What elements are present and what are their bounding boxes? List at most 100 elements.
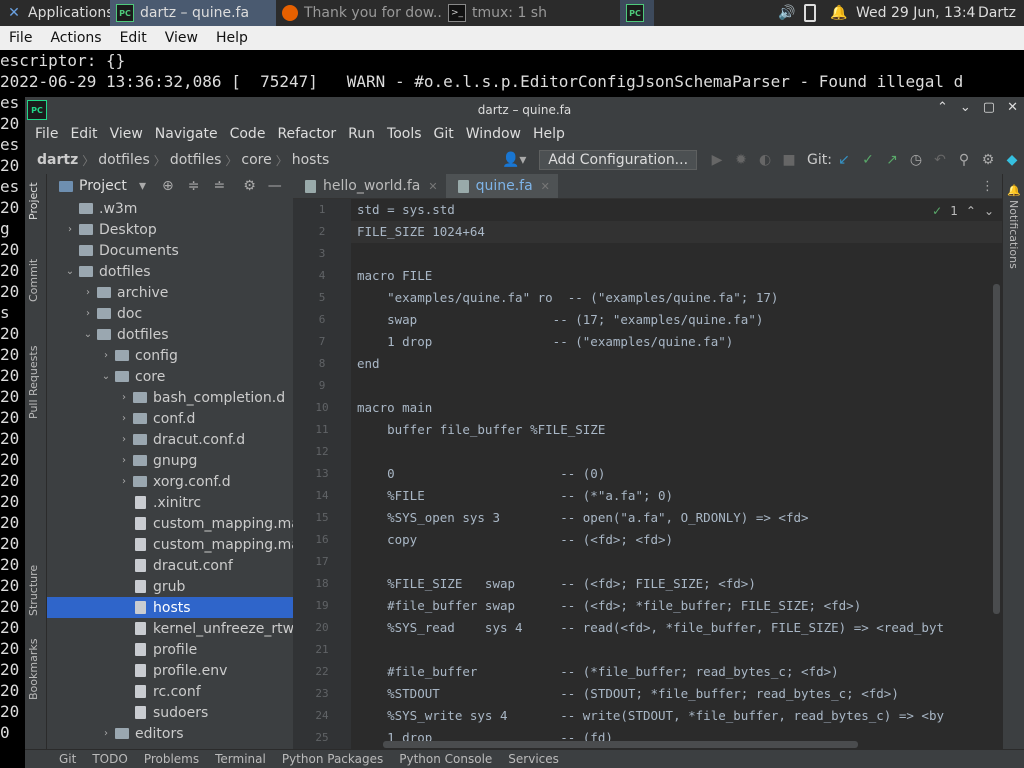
battery-icon[interactable] — [798, 0, 824, 26]
close-icon[interactable]: ✕ — [1007, 100, 1018, 115]
tree-item[interactable]: rc.conf — [47, 681, 293, 702]
code-editor[interactable]: std = sys.std FILE_SIZE 1024+64 macro FILE… — [351, 199, 1002, 750]
expand-chevron-icon[interactable]: › — [99, 728, 113, 739]
next-highlight-icon[interactable]: ⌄ — [984, 204, 994, 218]
git-push-icon[interactable]: ↗ — [880, 146, 904, 174]
expand-all-icon[interactable]: ≑ — [188, 178, 200, 194]
tree-item[interactable]: custom_mapping.ma — [47, 513, 293, 534]
menu-code[interactable]: Code — [224, 126, 272, 142]
task-ide[interactable]: PC dartz – quine.fa — [110, 0, 276, 26]
close-tab-icon[interactable]: ✕ — [541, 180, 550, 193]
structure-tool-tab[interactable]: Structure — [27, 565, 40, 616]
task-terminal[interactable]: >_ tmux: 1 sh — [442, 0, 612, 26]
menu-window[interactable]: Window — [460, 126, 527, 142]
tree-item[interactable]: ⌄ dotfiles — [47, 261, 293, 282]
todo-tool-button[interactable]: TODO — [86, 752, 137, 766]
tree-item[interactable]: hosts — [47, 597, 293, 618]
tab-quine[interactable]: quine.fa ✕ — [445, 174, 558, 198]
search-icon[interactable]: ⚲ — [952, 146, 976, 174]
expand-chevron-icon[interactable]: ⌄ — [99, 371, 113, 382]
close-tab-icon[interactable]: ✕ — [428, 180, 437, 193]
volume-icon[interactable]: 🔊 — [772, 0, 798, 26]
menu-edit[interactable]: Edit — [64, 126, 103, 142]
expand-chevron-icon[interactable]: › — [81, 308, 95, 319]
collapse-all-icon[interactable]: ≐ — [214, 178, 226, 194]
tree-item[interactable]: profile.env — [47, 660, 293, 681]
tree-item[interactable]: dracut.conf — [47, 555, 293, 576]
problems-tool-button[interactable]: Problems — [138, 752, 209, 766]
expand-chevron-icon[interactable]: ⌄ — [81, 329, 95, 340]
breadcrumb-file[interactable]: hosts — [288, 152, 334, 168]
tree-item[interactable]: .xinitrc — [47, 492, 293, 513]
menu-help[interactable]: Help — [527, 126, 571, 142]
python-packages-tool-button[interactable]: Python Packages — [276, 752, 393, 766]
breadcrumb-item[interactable]: dotfiles — [166, 152, 226, 168]
tab-options-icon[interactable]: ⋮ — [981, 179, 994, 194]
ide-titlebar[interactable]: PC dartz – quine.fa ⌃ ⌄ ▢ ✕ — [25, 97, 1024, 122]
tree-item[interactable]: › Desktop — [47, 219, 293, 240]
pull-requests-tool-tab[interactable]: Pull Requests — [27, 346, 40, 419]
tree-item[interactable]: › xorg.conf.d — [47, 471, 293, 492]
terminal-menu-help[interactable]: Help — [207, 30, 257, 46]
git-update-icon[interactable]: ↙ — [832, 146, 856, 174]
tree-item[interactable]: › config — [47, 345, 293, 366]
tree-item[interactable]: ⌄ core — [47, 366, 293, 387]
python-console-tool-button[interactable]: Python Console — [393, 752, 502, 766]
restore-down-icon[interactable]: ⌄ — [960, 100, 971, 115]
tree-item[interactable]: › doc — [47, 303, 293, 324]
project-panel-title[interactable]: Project — [79, 178, 139, 194]
notification-bell-icon[interactable]: 🔔 — [824, 0, 850, 26]
tree-item[interactable]: ⌄ dotfiles — [47, 324, 293, 345]
breadcrumb-item[interactable]: dotfiles — [94, 152, 154, 168]
tab-hello-world[interactable]: hello_world.fa ✕ — [293, 174, 446, 198]
expand-chevron-icon[interactable]: › — [117, 413, 131, 424]
inspection-widget[interactable]: ✓ 1 ⌃ ⌄ — [932, 204, 994, 218]
tree-item[interactable]: Documents — [47, 240, 293, 261]
terminal-menu-edit[interactable]: Edit — [111, 30, 156, 46]
terminal-menu-actions[interactable]: Actions — [41, 30, 110, 46]
coverage-icon[interactable]: ◐ — [753, 146, 777, 174]
project-tool-tab[interactable]: Project — [27, 182, 40, 220]
terminal-menu-file[interactable]: File — [0, 30, 41, 46]
expand-chevron-icon[interactable]: › — [117, 455, 131, 466]
git-commit-icon[interactable]: ✓ — [856, 146, 880, 174]
run-icon[interactable]: ▶ — [705, 146, 729, 174]
expand-chevron-icon[interactable]: › — [117, 392, 131, 403]
menu-run[interactable]: Run — [342, 126, 381, 142]
hide-panel-icon[interactable]: — — [268, 178, 282, 194]
breadcrumb-root[interactable]: dartz — [33, 152, 82, 168]
tree-item[interactable]: grub — [47, 576, 293, 597]
tree-item[interactable]: .w3m — [47, 198, 293, 219]
options-gear-icon[interactable]: ⚙ — [243, 178, 256, 194]
tree-item[interactable]: kernel_unfreeze_rtw — [47, 618, 293, 639]
previous-highlight-icon[interactable]: ⌃ — [966, 204, 976, 218]
git-history-icon[interactable]: ◷ — [904, 146, 928, 174]
debug-icon[interactable]: ✹ — [729, 146, 753, 174]
stop-icon[interactable]: ■ — [777, 146, 801, 174]
expand-chevron-icon[interactable]: › — [117, 434, 131, 445]
minimize-icon[interactable]: ⌃ — [937, 100, 948, 115]
notifications-bell-icon[interactable]: 🔔 — [1007, 184, 1021, 197]
horizontal-scrollbar[interactable] — [383, 741, 858, 748]
tree-item[interactable]: profile — [47, 639, 293, 660]
menu-navigate[interactable]: Navigate — [149, 126, 224, 142]
tree-item[interactable]: sudoers — [47, 702, 293, 723]
workspace-button[interactable]: PC — [620, 0, 654, 26]
menu-file[interactable]: File — [29, 126, 64, 142]
clock[interactable]: Wed 29 Jun, 13:43 — [850, 0, 976, 26]
tree-item[interactable]: › bash_completion.d — [47, 387, 293, 408]
menu-git[interactable]: Git — [428, 126, 460, 142]
maximize-icon[interactable]: ▢ — [983, 100, 995, 115]
task-browser[interactable]: Thank you for dow... — [276, 0, 442, 26]
expand-chevron-icon[interactable]: › — [63, 224, 77, 235]
git-tool-button[interactable]: Git — [25, 752, 86, 766]
settings-gear-icon[interactable]: ⚙ — [976, 146, 1000, 174]
tree-item[interactable]: › gnupg — [47, 450, 293, 471]
expand-chevron-icon[interactable]: › — [99, 350, 113, 361]
breadcrumb-item[interactable]: core — [237, 152, 275, 168]
code-with-me-icon[interactable]: ◆ — [1000, 146, 1024, 174]
commit-tool-tab[interactable]: Commit — [27, 259, 40, 302]
terminal-menu-view[interactable]: View — [156, 30, 207, 46]
expand-chevron-icon[interactable]: ⌄ — [63, 266, 77, 277]
tree-item[interactable]: custom_mapping.ma — [47, 534, 293, 555]
